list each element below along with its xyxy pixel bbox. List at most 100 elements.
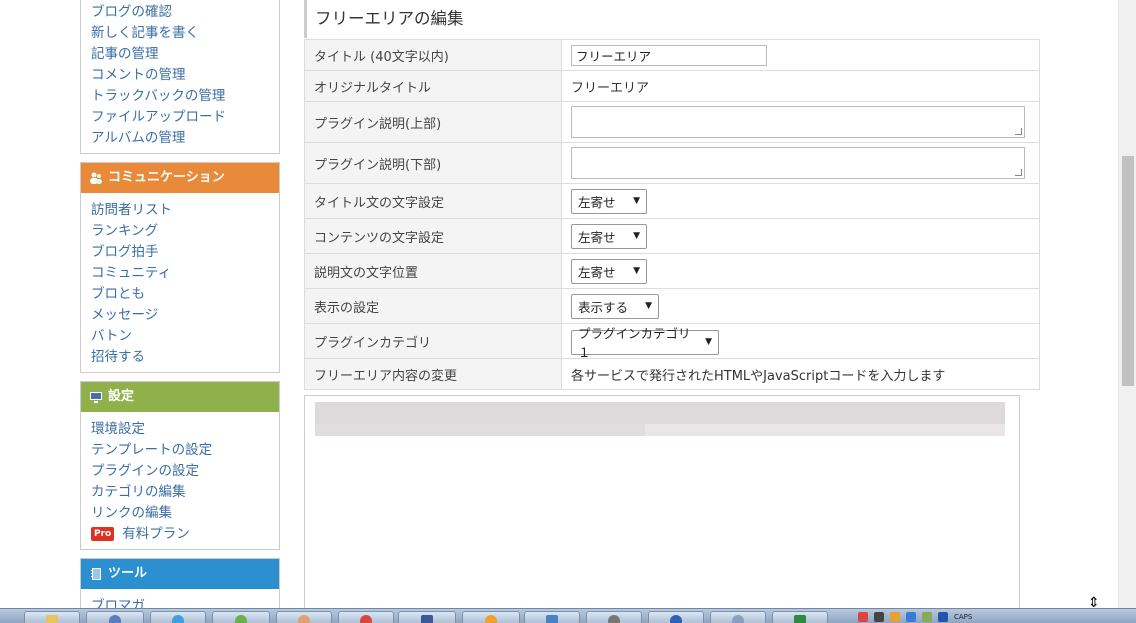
- sidebar-item-baton[interactable]: バトン: [91, 326, 269, 347]
- taskbar-app-button[interactable]: [710, 611, 766, 623]
- display-label: 表示の設定: [304, 288, 562, 324]
- desc-align-cell: 左寄せ ▼: [561, 253, 1040, 289]
- tray-icon[interactable]: [938, 612, 948, 622]
- sidebar-communication-links: 訪問者リスト ランキング ブログ拍手 コミュニティ ブロとも メッセージ バトン…: [81, 193, 279, 372]
- browser-icon: [172, 615, 184, 623]
- pen-icon: [670, 615, 682, 623]
- app-icon: [546, 615, 558, 623]
- chevron-down-icon: ▼: [633, 196, 640, 206]
- sidebar-tools-box: ツール ブロマガ: [80, 558, 280, 608]
- sidebar-item-env-settings[interactable]: 環境設定: [91, 419, 269, 440]
- notebook-icon: [89, 567, 103, 581]
- content-align-select[interactable]: 左寄せ ▼: [571, 223, 647, 249]
- sidebar-tools-title: ツール: [108, 566, 148, 581]
- display-value: 表示する: [578, 299, 629, 315]
- sidebar-item-template-settings[interactable]: テンプレートの設定: [91, 440, 269, 461]
- free-area-form: タイトル (40文字以内) オリジナルタイトル フリーエリア プラグイン説明(上…: [304, 39, 1040, 390]
- taskbar-app-button[interactable]: [212, 611, 270, 623]
- desc-top-textarea[interactable]: [571, 106, 1025, 138]
- sidebar-top-box: ブログの確認 新しく記事を書く 記事の管理 コメントの管理 トラックバックの管理…: [80, 0, 280, 154]
- content-change-label: フリーエリア内容の変更: [304, 358, 562, 390]
- sidebar-item-invite[interactable]: 招待する: [91, 347, 269, 368]
- sidebar-item-paid-plan[interactable]: Pro 有料プラン: [91, 524, 269, 545]
- sidebar-item-blog-check[interactable]: ブログの確認: [91, 2, 269, 23]
- scrollbar-thumb[interactable]: [1122, 156, 1134, 386]
- desc-bottom-textarea[interactable]: [571, 147, 1025, 179]
- title-align-cell: 左寄せ ▼: [561, 183, 1040, 219]
- sidebar-item-category-edit[interactable]: カテゴリの編集: [91, 482, 269, 503]
- taskbar-app-button[interactable]: [586, 611, 642, 623]
- desc-bottom-label: プラグイン説明(下部): [304, 142, 562, 184]
- form-row-title-align: タイトル文の文字設定 左寄せ ▼: [304, 183, 1040, 219]
- display-select[interactable]: 表示する ▼: [571, 293, 659, 319]
- taskbar-app-button[interactable]: [86, 611, 144, 623]
- sidebar-item-link-edit[interactable]: リンクの編集: [91, 503, 269, 524]
- blurred-content: [315, 424, 645, 436]
- category-value: プラグインカテゴリ１: [578, 326, 691, 361]
- tray-icon[interactable]: [922, 612, 932, 622]
- sidebar-item-message[interactable]: メッセージ: [91, 305, 269, 326]
- sidebar-item-blog-clap[interactable]: ブログ拍手: [91, 242, 269, 263]
- sidebar-communication-header[interactable]: コミュニケーション: [81, 163, 279, 193]
- system-tray: CAPS: [858, 611, 972, 623]
- desc-top-cell: [561, 101, 1040, 143]
- chevron-down-icon: ▼: [705, 337, 712, 348]
- form-row-category: プラグインカテゴリ プラグインカテゴリ１ ▼: [304, 323, 1040, 360]
- taskbar-app-button[interactable]: [648, 611, 704, 623]
- vertical-scrollbar[interactable]: [1118, 0, 1136, 608]
- sidebar-item-ranking[interactable]: ランキング: [91, 221, 269, 242]
- sidebar-settings-box: 設定 環境設定 テンプレートの設定 プラグインの設定 カテゴリの編集 リンクの編…: [80, 381, 280, 550]
- monitor-icon: [89, 390, 103, 404]
- sidebar-item-file-upload[interactable]: ファイルアップロード: [91, 107, 269, 128]
- free-area-content-editor[interactable]: [304, 395, 1020, 608]
- sidebar-settings-header[interactable]: 設定: [81, 382, 279, 412]
- sidebar-item-comment-manage[interactable]: コメントの管理: [91, 65, 269, 86]
- title-align-label: タイトル文の文字設定: [304, 183, 562, 219]
- sidebar-item-post-manage[interactable]: 記事の管理: [91, 44, 269, 65]
- taskbar-app-button[interactable]: [462, 611, 520, 623]
- sidebar-item-album-manage[interactable]: アルバムの管理: [91, 128, 269, 149]
- sidebar-item-buromaga[interactable]: ブロマガ: [91, 596, 269, 608]
- tray-icon[interactable]: [874, 612, 884, 622]
- title-label: タイトル (40文字以内): [304, 39, 562, 71]
- sidebar-tools-header[interactable]: ツール: [81, 559, 279, 589]
- form-row-display: 表示の設定 表示する ▼: [304, 288, 1040, 324]
- people-icon: [89, 171, 103, 185]
- original-title-label: オリジナルタイトル: [304, 70, 562, 102]
- taskbar-explorer-button[interactable]: [24, 611, 80, 623]
- taskbar-ie-button[interactable]: [150, 611, 206, 623]
- category-select[interactable]: プラグインカテゴリ１ ▼: [571, 326, 719, 360]
- desc-align-select[interactable]: 左寄せ ▼: [571, 258, 647, 284]
- blurred-content: [645, 424, 1005, 436]
- title-align-select[interactable]: 左寄せ ▼: [571, 188, 647, 214]
- sidebar-tools-links: ブロマガ: [81, 589, 279, 608]
- title-input[interactable]: [571, 44, 767, 66]
- sidebar-item-community[interactable]: コミュニティ: [91, 263, 269, 284]
- form-row-content-change: フリーエリア内容の変更 各サービスで発行されたHTMLやJavaScriptコー…: [304, 358, 1040, 390]
- desc-align-label: 説明文の文字位置: [304, 253, 562, 289]
- sidebar-item-visitors[interactable]: 訪問者リスト: [91, 200, 269, 221]
- sidebar-item-plugin-settings[interactable]: プラグインの設定: [91, 461, 269, 482]
- app-icon: [235, 615, 247, 623]
- chevron-down-icon: ▼: [645, 301, 652, 311]
- sidebar-item-trackback-manage[interactable]: トラックバックの管理: [91, 86, 269, 107]
- taskbar-app-button[interactable]: [524, 611, 580, 623]
- taskbar-excel-button[interactable]: [772, 611, 828, 623]
- tray-icon[interactable]: [890, 612, 900, 622]
- taskbar-app-button[interactable]: [398, 611, 456, 623]
- app-icon: [608, 615, 620, 623]
- sidebar-settings-links: 環境設定 テンプレートの設定 プラグインの設定 カテゴリの編集 リンクの編集 P…: [81, 412, 279, 549]
- excel-icon: [794, 615, 806, 623]
- tray-icon[interactable]: [858, 612, 868, 622]
- taskbar-app-button[interactable]: [276, 611, 332, 623]
- app-icon: [421, 615, 433, 623]
- form-row-title: タイトル (40文字以内): [304, 39, 1040, 71]
- sidebar-communication-title: コミュニケーション: [108, 170, 225, 185]
- taskbar-chrome-button[interactable]: [338, 611, 394, 623]
- sidebar-item-new-post[interactable]: 新しく記事を書く: [91, 23, 269, 44]
- sidebar-item-burotomo[interactable]: ブロとも: [91, 284, 269, 305]
- chevron-down-icon: ▼: [633, 266, 640, 276]
- tray-icon[interactable]: [906, 612, 916, 622]
- page-title: フリーエリアの編集: [304, 0, 1040, 38]
- content-align-label: コンテンツの文字設定: [304, 218, 562, 254]
